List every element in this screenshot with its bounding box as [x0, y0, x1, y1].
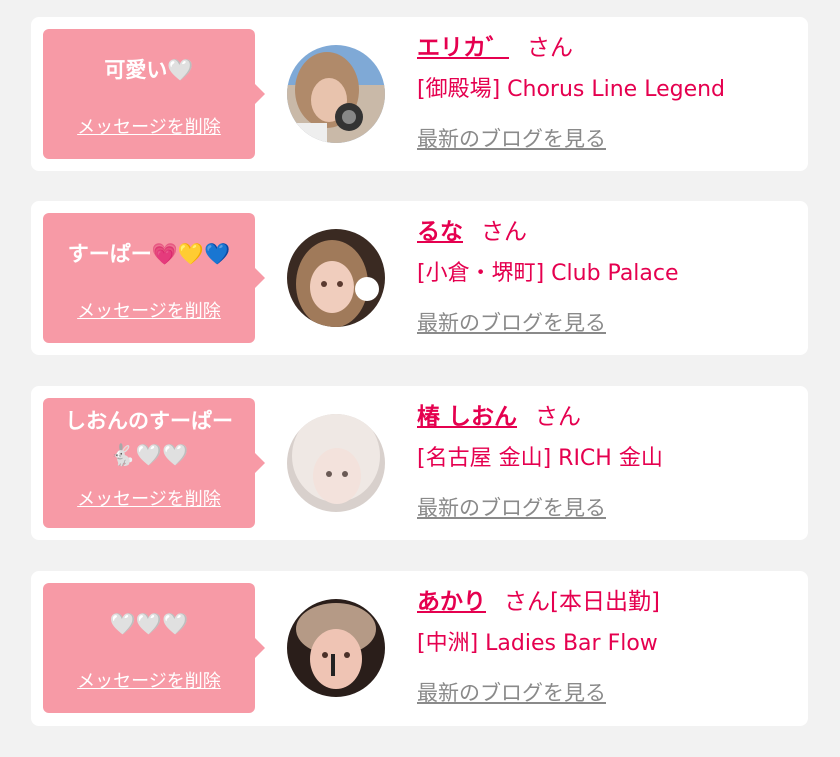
cast-name-line: 椿 しおん さん [417, 400, 581, 434]
cast-name-line: あかり さん[本日出勤] [417, 585, 660, 619]
cast-name-link[interactable]: るな [417, 219, 463, 245]
message-bubble: しおんのすーぱー 🐇🤍🤍 メッセージを削除 [43, 398, 265, 528]
favorite-card: 🤍🤍🤍 メッセージを削除 あかり さん[本日出勤] [中洲] Ladies Bar… [31, 571, 808, 726]
delete-message-link[interactable]: メッセージを削除 [43, 488, 255, 512]
attendance-status: [本日出勤] [550, 589, 660, 615]
avatar[interactable] [287, 414, 385, 512]
latest-blog-link[interactable]: 最新のブログを見る [417, 308, 606, 338]
cast-name-link[interactable]: 椿 しおん [417, 404, 517, 430]
delete-message-link[interactable]: メッセージを削除 [43, 116, 255, 140]
latest-blog-link[interactable]: 最新のブログを見る [417, 678, 606, 708]
delete-message-link[interactable]: メッセージを削除 [43, 300, 255, 324]
shop-name: [御殿場] Chorus Line Legend [417, 77, 726, 102]
honorific: さん [527, 35, 573, 61]
avatar[interactable] [287, 599, 385, 697]
message-text: 可愛い🤍 [104, 58, 194, 82]
cast-name-line: るな さん [417, 215, 527, 249]
avatar[interactable] [287, 229, 385, 327]
message-bubble: すーぱー💗💛💙 メッセージを削除 [43, 213, 265, 343]
message-text-line-2: 🐇🤍🤍 [109, 443, 189, 467]
latest-blog-link[interactable]: 最新のブログを見る [417, 493, 606, 523]
latest-blog-link[interactable]: 最新のブログを見る [417, 124, 606, 154]
shop-name: [名古屋 金山] RICH 金山 [417, 446, 663, 471]
avatar[interactable] [287, 45, 385, 143]
cast-name-line: エリカ゛ さん [417, 31, 573, 65]
delete-message-link[interactable]: メッセージを削除 [43, 670, 255, 694]
message-bubble: 🤍🤍🤍 メッセージを削除 [43, 583, 265, 713]
message-text: 🤍🤍🤍 [109, 612, 189, 636]
message-bubble: 可愛い🤍 メッセージを削除 [43, 29, 265, 159]
favorite-card: しおんのすーぱー 🐇🤍🤍 メッセージを削除 椿 しおん さん [名古屋 金山] R… [31, 386, 808, 540]
honorific: さん [504, 589, 550, 615]
cast-name-link[interactable]: エリカ゛ [417, 35, 509, 61]
shop-name: [小倉・堺町] Club Palace [417, 261, 679, 286]
honorific: さん [481, 219, 527, 245]
favorite-card: 可愛い🤍 メッセージを削除 エリカ゛ さん [御殿場] Chorus Line L… [31, 17, 808, 171]
cast-name-link[interactable]: あかり [417, 589, 486, 615]
honorific: さん [535, 404, 582, 430]
shop-name: [中洲] Ladies Bar Flow [417, 631, 658, 656]
message-text-line-1: しおんのすーぱー [65, 409, 233, 433]
favorite-card: すーぱー💗💛💙 メッセージを削除 るな さん [小倉・堺町] Club Palac… [31, 201, 808, 355]
message-text: すーぱー💗💛💙 [67, 242, 231, 266]
